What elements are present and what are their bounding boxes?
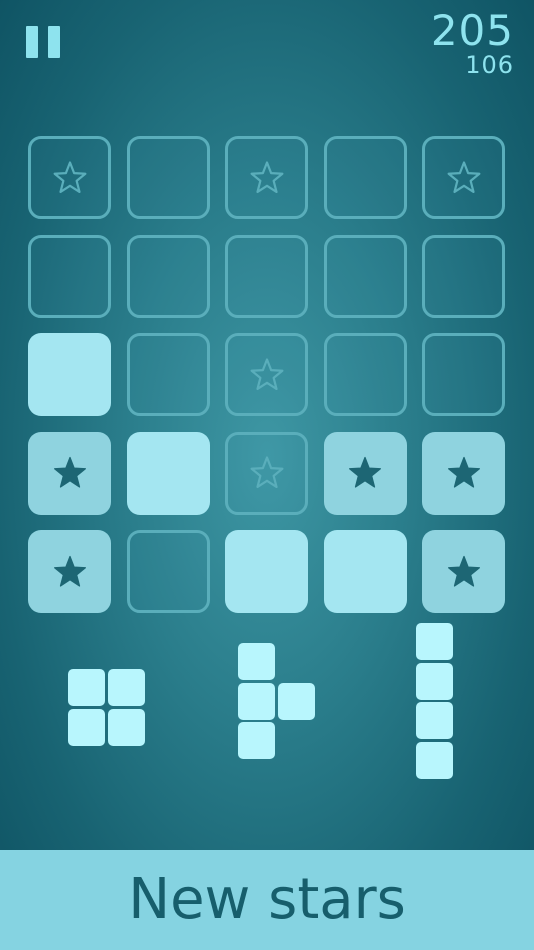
star-icon	[447, 456, 480, 488]
star-icon	[447, 555, 480, 587]
board-cell[interactable]	[225, 234, 308, 318]
board-cell[interactable]	[126, 136, 210, 219]
star-icon	[250, 357, 283, 390]
board-cell[interactable]	[422, 530, 505, 613]
board-cell[interactable]	[126, 431, 210, 515]
board-cell[interactable]	[28, 234, 111, 318]
piece-block	[416, 623, 453, 660]
board-cell[interactable]	[28, 333, 111, 416]
star-icon	[250, 160, 283, 193]
pause-button[interactable]	[26, 26, 60, 58]
board-cell[interactable]	[323, 234, 407, 318]
score-panel: 205 106	[430, 6, 514, 79]
board-cell[interactable]	[126, 530, 210, 613]
board-cell[interactable]	[225, 136, 308, 219]
piece-block	[416, 702, 453, 739]
piece-block	[68, 669, 105, 706]
board-cell[interactable]	[225, 431, 308, 515]
new-stars-label: New stars	[128, 867, 406, 932]
piece-block	[107, 669, 145, 706]
pause-icon-bar-right	[48, 26, 60, 58]
current-score: 205	[430, 6, 514, 55]
board-cell[interactable]	[323, 530, 407, 613]
board-cell[interactable]	[28, 530, 111, 613]
board-cell[interactable]	[323, 136, 407, 219]
star-icon	[53, 456, 86, 488]
star-icon	[349, 456, 381, 488]
star-icon	[53, 555, 86, 587]
board-cell[interactable]	[28, 431, 111, 515]
new-stars-button[interactable]: New stars	[0, 850, 534, 950]
piece-block	[277, 682, 315, 720]
star-icon	[53, 160, 86, 193]
piece-block	[416, 741, 453, 779]
piece-block	[238, 682, 275, 720]
star-icon	[447, 160, 480, 193]
piece-block	[238, 643, 275, 680]
pause-icon-bar-left	[26, 26, 38, 58]
board-cell[interactable]	[323, 431, 407, 515]
board-cell[interactable]	[422, 234, 505, 318]
board-cell[interactable]	[126, 234, 210, 318]
board-cell[interactable]	[422, 333, 505, 416]
piece-block	[107, 708, 145, 746]
piece-block	[238, 722, 275, 759]
board-cell[interactable]	[225, 333, 308, 416]
piece-block	[68, 708, 105, 746]
board-cell[interactable]	[28, 136, 111, 219]
board-cell[interactable]	[323, 333, 407, 416]
piece-block	[416, 662, 453, 700]
board-cell[interactable]	[225, 530, 308, 613]
board-cell[interactable]	[422, 136, 505, 219]
best-score: 106	[465, 51, 514, 79]
board-cell[interactable]	[126, 333, 210, 416]
board-cell[interactable]	[422, 431, 505, 515]
star-icon	[250, 456, 283, 489]
